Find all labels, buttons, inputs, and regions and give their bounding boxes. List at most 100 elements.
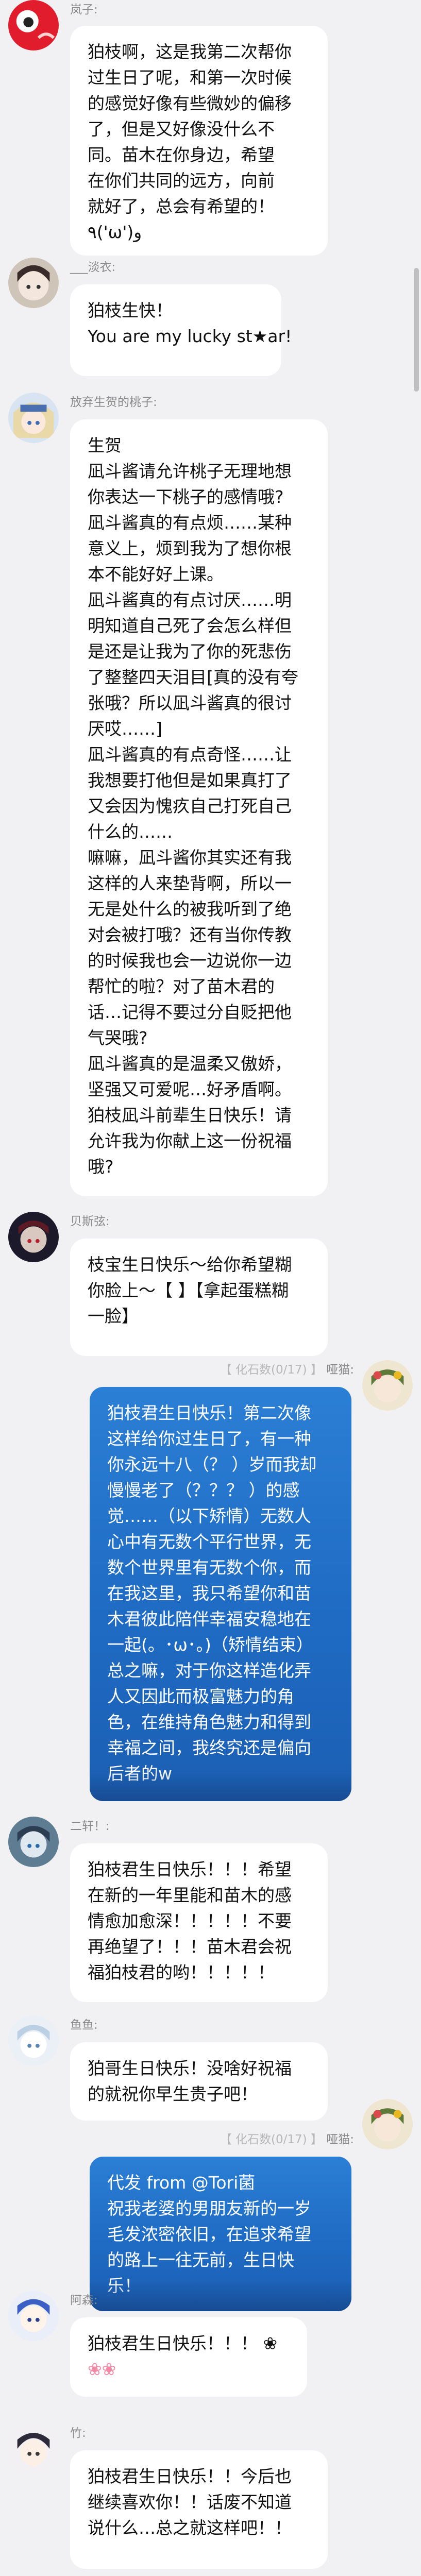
message-line: 意义上，烦到我为了想你根 xyxy=(88,538,292,558)
message-line: 继续喜欢你！！话废不知道 xyxy=(88,2492,292,2512)
message-line: 人又因此而极富魅力的角 xyxy=(107,1686,294,1706)
avatar[interactable] xyxy=(8,2291,59,2341)
message-line: 代发 from @Tori菌 xyxy=(107,2173,256,2193)
message-line: 总之嘛，对于你这样造化弄 xyxy=(107,1660,311,1681)
sender-name: ___淡衣: xyxy=(70,261,116,274)
message-line: 你脸上～【 】【拿起蛋糕糊 xyxy=(88,1280,289,1300)
message-bubble[interactable]: 狛枝君生日快乐！！！希望 在新的一年里能和苗木的感 情愈加愈深！！！！！不要 再… xyxy=(70,1843,328,2002)
message-bubble[interactable]: 狛枝啊，这是我第二次帮你 过生日了呢，和第一次时候 的感觉好像有些微妙的偏移 了… xyxy=(70,26,328,256)
avatar[interactable] xyxy=(362,2099,413,2149)
message-line: 对会被打哦？还有当你传教 xyxy=(88,925,292,945)
message-line: 凪斗酱请允许桃子无理地想 xyxy=(88,461,292,481)
message-line: 狛枝君生日快乐！！今后也 xyxy=(88,2466,292,2486)
message-line: 凪斗酱真的有点烦……某种 xyxy=(88,513,292,533)
message-line: 同。苗木在你身边，希望 xyxy=(88,145,275,165)
message-line: 这样的人来垫背啊，所以一 xyxy=(88,873,292,893)
message-line: 在新的一年里能和苗木的感 xyxy=(88,1885,292,1905)
message-line: 嘛嘛，凪斗酱你其实还有我 xyxy=(88,848,292,868)
sender-name: 鱼鱼: xyxy=(70,2019,98,2032)
message-line: 狛枝君生日快乐！！！ ❀ xyxy=(88,2333,278,2353)
flower-emoji-line: ❀❀ xyxy=(88,2359,116,2379)
avatar[interactable] xyxy=(8,2424,59,2474)
avatar[interactable] xyxy=(362,1360,413,1411)
message-line: 的路上一往无前，生日快 xyxy=(107,2250,294,2270)
message-line: You are my lucky st★ar! xyxy=(88,326,292,346)
message-line: 明知道自己死了会怎么样但 xyxy=(88,616,292,636)
sender-name: 哑猫: xyxy=(326,1363,354,1377)
message-line: 在你们共同的远方，向前 xyxy=(88,171,275,191)
message-line: 坚强又可爱呢…好矛盾啊。 xyxy=(88,1079,292,1099)
sender-name-row: 【 化石数(0/17) 】 哑猫: xyxy=(220,2132,354,2147)
avatar[interactable] xyxy=(8,2015,59,2066)
message-line: 厌哎……] xyxy=(88,719,162,739)
sender-name: 岚子: xyxy=(70,3,98,16)
message-line: 凪斗酱真的有点奇怪……让 xyxy=(88,744,292,765)
sender-name: 贝斯弦: xyxy=(70,1215,110,1228)
message-bubble[interactable]: 代发 from @Tori菌 祝我老婆的男朋友新的一岁 毛发浓密依旧，在追求希望… xyxy=(90,2157,351,2311)
avatar[interactable] xyxy=(8,393,59,443)
message-line: 的感觉好像有些微妙的偏移 xyxy=(88,93,292,113)
message-line: 我想要打他但是如果真打了 xyxy=(88,770,292,790)
sender-name-row: 【 化石数(0/17) 】 哑猫: xyxy=(220,1362,354,1378)
message-line: 话…记得不要过分自贬把他 xyxy=(88,1002,292,1022)
message-line: 福狛枝君的哟！！！！！ xyxy=(88,1962,275,1982)
message-bubble[interactable]: 狛枝君生日快乐！！！ ❀ ❀❀ xyxy=(70,2317,307,2397)
message-line: 凪斗酱真的是温柔又傲娇， xyxy=(88,1054,292,1074)
message-line: 无是处什么的被我听到了绝 xyxy=(88,899,292,919)
avatar[interactable] xyxy=(8,0,59,50)
message-line: 狛枝生快！ xyxy=(88,300,173,320)
message-bubble[interactable]: 生贺 凪斗酱请允许桃子无理地想 你表达一下桃子的感情哦? 凪斗酱真的有点烦……某… xyxy=(70,419,328,1196)
message-bubble[interactable]: 狛枝君生日快乐！！今后也 继续喜欢你！！话废不知道 说什么…总之就这样吧！！ xyxy=(70,2450,328,2569)
avatar[interactable] xyxy=(8,258,59,308)
sender-name: 二轩！: xyxy=(70,1820,110,1833)
rank-tag: 【 化石数(0/17) 】 xyxy=(220,2133,323,2146)
sender-name: 阿森: xyxy=(70,2294,98,2307)
message-line: 祝我老婆的男朋友新的一岁 xyxy=(107,2198,311,2218)
sender-name: 哑猫: xyxy=(326,2133,354,2146)
message-line: 张哦？所以凪斗酱真的很讨 xyxy=(88,693,292,713)
message-line: 了，但是又好像没什么不 xyxy=(88,119,275,139)
message-line: 毛发浓密依旧，在追求希望 xyxy=(107,2224,311,2244)
avatar[interactable] xyxy=(8,1212,59,1262)
message-line: 允许我为你献上这一份祝福 xyxy=(88,1131,292,1151)
message-line: 是还是让我为了你的死悲伤 xyxy=(88,641,292,662)
scrollbar[interactable] xyxy=(414,268,419,392)
message-line: 乐！ xyxy=(107,2276,141,2296)
message-line: 就好了，总会有希望的！ xyxy=(88,196,275,216)
message-line: 过生日了呢，和第一次时候 xyxy=(88,67,292,88)
message-line: 狛枝啊，这是我第二次帮你 xyxy=(88,42,292,62)
message-line: 哦? xyxy=(88,1157,114,1177)
message-line: 又会因为愧疚自己打死自己 xyxy=(88,796,292,816)
message-line: 的就祝你早生贵子吧！ xyxy=(88,2084,258,2104)
message-line: 气哭哦? xyxy=(88,1028,148,1048)
message-line: 慢慢老了（？？？ ）的感 xyxy=(107,1480,300,1500)
message-line: 狛哥生日快乐！没啥好祝福 xyxy=(88,2058,292,2078)
message-line: 情愈加愈深！！！！！不要 xyxy=(88,1911,292,1931)
message-line: 说什么…总之就这样吧！！ xyxy=(88,2518,292,2538)
message-line: 觉……（以下矫情）无数人 xyxy=(107,1506,311,1526)
avatar[interactable] xyxy=(8,1817,59,1867)
message-line: 这样给你过生日了，有一种 xyxy=(107,1429,311,1449)
sender-name: 竹: xyxy=(70,2427,86,2440)
message-line: 数个世界里有无数个你，而 xyxy=(107,1557,311,1578)
message-line: 后者的w xyxy=(107,1764,172,1784)
message-line: 在我这里，我只希望你和苗 xyxy=(107,1583,311,1603)
message-line: 枝宝生日快乐～给你希望糊 xyxy=(88,1255,292,1275)
message-bubble[interactable]: 枝宝生日快乐～给你希望糊 你脸上～【 】【拿起蛋糕糊 一脸】 xyxy=(70,1239,328,1356)
message-line: 狛枝君生日快乐！第二次像 xyxy=(107,1403,311,1423)
rank-tag: 【 化石数(0/17) 】 xyxy=(220,1363,323,1377)
message-bubble[interactable]: 狛枝君生日快乐！第二次像 这样给你过生日了，有一种 你永远十八（？ ）岁而我却 … xyxy=(90,1387,351,1801)
message-line: 了整整四天泪目[真的没有夸 xyxy=(88,667,298,687)
message-line: 帮忙的啦？对了苗木君的 xyxy=(88,976,275,996)
sender-name: 放弃生贺的桃子: xyxy=(70,396,157,409)
message-bubble[interactable]: 狛枝生快！ You are my lucky st★ar! xyxy=(70,284,292,376)
message-line: 什么的…… xyxy=(88,822,173,842)
message-bubble[interactable]: 狛哥生日快乐！没啥好祝福 的就祝你早生贵子吧！ xyxy=(70,2042,328,2121)
message-line: 你永远十八（？ ）岁而我却 xyxy=(107,1454,317,1475)
message-line: 本不能好好上课。 xyxy=(88,564,224,584)
message-line: 生贺 xyxy=(88,435,122,455)
message-line: 木君彼此陪伴幸福安稳地在 xyxy=(107,1609,311,1629)
message-line: 一脸】 xyxy=(88,1306,139,1326)
message-line: 凪斗酱真的有点讨厌……明 xyxy=(88,590,292,610)
message-line: 狛枝凪斗前辈生日快乐！请 xyxy=(88,1105,292,1125)
